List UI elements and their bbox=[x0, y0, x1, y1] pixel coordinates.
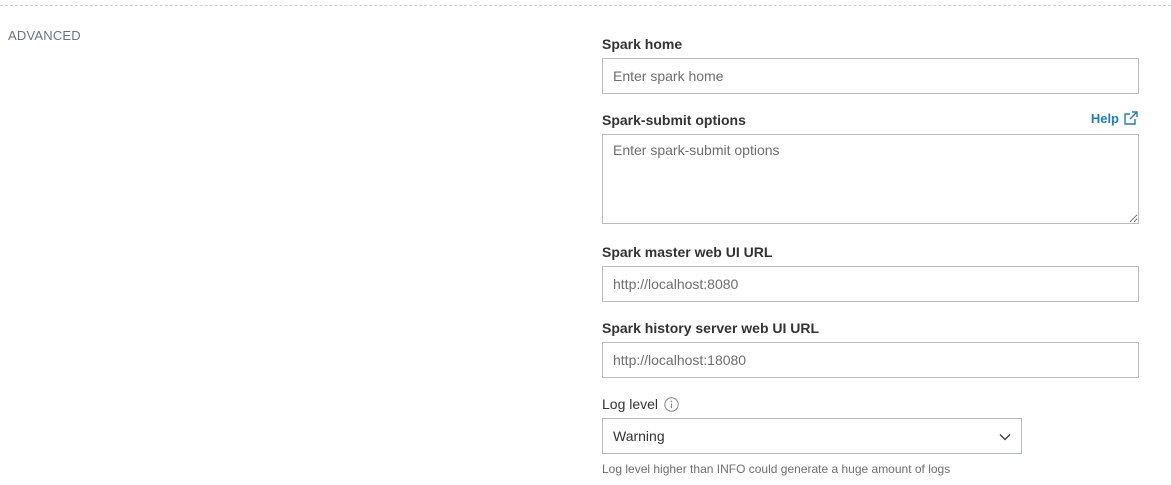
log-level-hint: Log level higher than INFO could generat… bbox=[602, 462, 951, 476]
spark-home-field: Spark home bbox=[602, 35, 1139, 94]
history-url-input[interactable] bbox=[602, 342, 1139, 378]
chevron-down-icon bbox=[999, 428, 1011, 444]
master-url-field: Spark master web UI URL bbox=[602, 243, 1139, 302]
spark-submit-label: Spark-submit options bbox=[602, 112, 746, 128]
section-divider bbox=[0, 5, 1171, 6]
spark-home-label: Spark home bbox=[602, 36, 683, 52]
external-link-icon bbox=[1123, 110, 1139, 126]
history-url-field: Spark history server web UI URL bbox=[602, 319, 1139, 378]
history-url-label: Spark history server web UI URL bbox=[602, 320, 820, 336]
master-url-input[interactable] bbox=[602, 266, 1139, 302]
master-url-label: Spark master web UI URL bbox=[602, 244, 773, 260]
spark-submit-field: Spark-submit options Help bbox=[602, 111, 1139, 224]
spark-home-input[interactable] bbox=[602, 58, 1139, 94]
help-link-label: Help bbox=[1090, 110, 1119, 126]
log-level-label-row: Log level bbox=[602, 395, 1022, 413]
log-level-field: Log level Warning Log level higher than … bbox=[602, 395, 1022, 476]
log-level-select[interactable]: Warning bbox=[602, 418, 1022, 454]
help-link[interactable]: Help bbox=[1091, 110, 1139, 126]
advanced-settings-page: ADVANCED Spark home Spark-submit options… bbox=[0, 0, 1171, 485]
spark-submit-textarea[interactable] bbox=[602, 134, 1139, 224]
info-icon[interactable] bbox=[664, 396, 679, 412]
section-title: ADVANCED bbox=[8, 28, 81, 43]
log-level-selected-value: Warning bbox=[613, 428, 665, 444]
log-level-label: Log level bbox=[602, 396, 659, 412]
